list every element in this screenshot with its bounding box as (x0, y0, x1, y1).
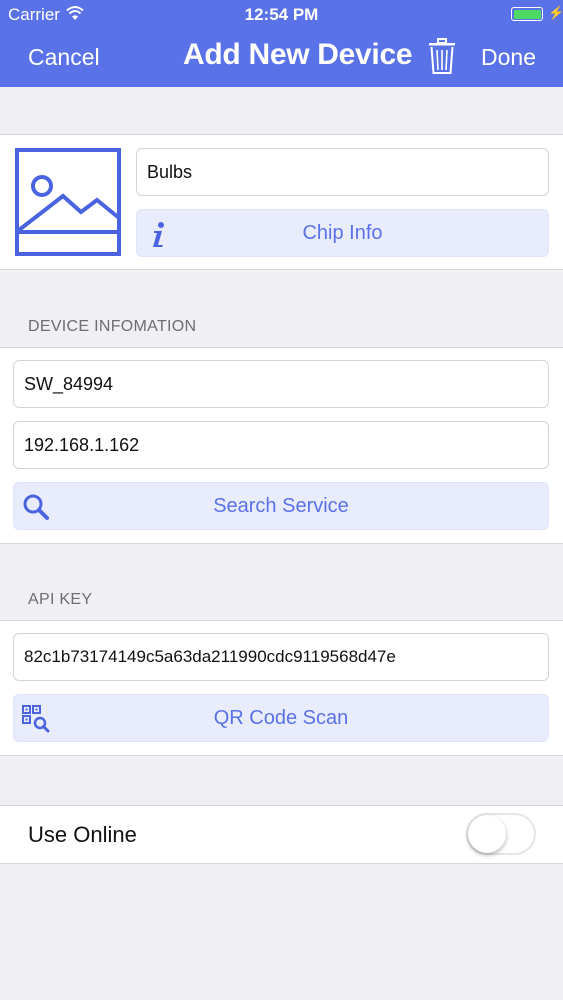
device-info-header: DEVICE INFOMATION (28, 318, 197, 335)
chip-info-button[interactable]: Chip Info (136, 209, 549, 257)
use-online-label: Use Online (28, 822, 137, 847)
use-online-toggle[interactable] (466, 813, 536, 855)
navigation-bar: Carrier 12:54 PM ⚡ Cancel Add New Device… (0, 0, 563, 87)
search-service-label: Search Service (213, 495, 349, 517)
device-image-placeholder-icon[interactable] (15, 148, 121, 256)
page-title: Add New Device (183, 38, 413, 71)
api-key-header: API KEY (28, 591, 93, 608)
ip-address-input[interactable]: 192.168.1.162 (13, 421, 549, 469)
device-name-input[interactable]: Bulbs (136, 148, 549, 196)
search-service-button[interactable]: Search Service (13, 482, 549, 530)
trash-icon[interactable] (428, 38, 456, 74)
battery-icon (511, 7, 543, 21)
api-key-input[interactable]: 82c1b73174149c5a63da211990cdc9119568d47e (13, 633, 549, 681)
chip-info-label: Chip Info (302, 222, 383, 244)
info-icon (153, 222, 164, 247)
search-icon (23, 494, 49, 520)
toggle-knob (468, 815, 506, 853)
qr-scan-label: QR Code Scan (213, 707, 349, 729)
device-id-input[interactable]: SW_84994 (13, 360, 549, 408)
status-bar: Carrier 12:54 PM ⚡ (0, 0, 563, 30)
qr-scan-button[interactable]: QR Code Scan (13, 694, 549, 742)
charging-icon: ⚡ (548, 5, 563, 20)
cancel-button[interactable]: Cancel (28, 44, 100, 71)
done-button[interactable]: Done (481, 44, 536, 71)
clock: 12:54 PM (244, 5, 319, 24)
qr-code-scan-icon (22, 705, 50, 733)
